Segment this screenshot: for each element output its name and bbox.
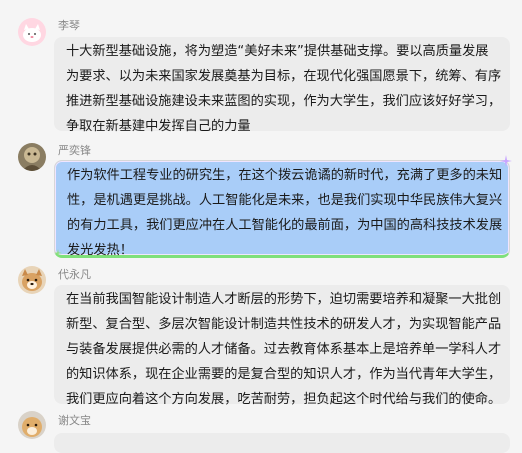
sender-name: 谢文宝 [58, 414, 91, 427]
dog-avatar-2[interactable] [18, 411, 46, 439]
photo-avatar[interactable] [18, 143, 46, 171]
message-text-line: 的有力工具，我们更应冲在人工智能化的最前面，为中国的高科技技术发展 [67, 218, 503, 233]
message-text-line: 发光发热！ [67, 243, 133, 258]
message-bubble[interactable]: 在当前我国智能设计制造人才断层的形势下，迫切需要培养和凝聚一大批创 新型、复合型… [54, 285, 510, 407]
cat-avatar[interactable] [18, 18, 46, 46]
message-bubble[interactable] [54, 433, 510, 453]
message-text-line: 与装备发展提供必需的人才储备。过去教育体系基本上是培养单一学科人才 [66, 342, 502, 357]
sparkle-icon [54, 249, 62, 257]
dog-avatar[interactable] [18, 266, 46, 294]
message-text-line: 的知识体系，现在企业需要的是复合型的知识人才，作为当代青年大学生， [66, 367, 502, 382]
message-text-line: 推进新型基础设施建设未来蓝图的实现，作为大学生，我们应该好好学习， [66, 94, 502, 109]
message-text-line: 作为软件工程专业的研究生，在这个拨云诡谲的新时代，充满了更多的未知 [67, 168, 503, 183]
message-text-line: 十大新型基础设施，将为塑造“美好未来”提供基础支撑。要以高质量发展 [66, 44, 489, 59]
message-text-line: 为要求、以为未来国家发展奠基为目标，在现代化强国愿景下，统筹、有序 [66, 69, 502, 84]
message-bubble[interactable]: 作为软件工程专业的研究生，在这个拨云诡谲的新时代，充满了更多的未知 性，是机遇更… [54, 160, 510, 258]
message-text-line: 在当前我国智能设计制造人才断层的形势下，迫切需要培养和凝聚一大批创 [66, 292, 502, 307]
sparkle-icon [500, 155, 512, 167]
message-text-line: 争取在新基建中发挥自己的力量 [66, 119, 251, 134]
sender-name: 李琴 [58, 19, 80, 32]
message-text-line: 新型、复合型、多层次智能设计制造共性技术的研发人才，为实现智能产品 [66, 317, 502, 332]
message-text-line: 我们更应向着这个方向发展，吃苦耐劳，担负起这个时代给与我们的使命。 [66, 392, 502, 407]
message-text-line: 性，是机遇更是挑战。人工智能化是未来，也是我们实现中华民族伟大复兴 [67, 193, 503, 208]
message-bubble[interactable]: 十大新型基础设施，将为塑造“美好未来”提供基础支撑。要以高质量发展 为要求、以为… [54, 37, 510, 134]
sender-name: 严奕锋 [58, 144, 91, 157]
sender-name: 代永凡 [58, 268, 91, 281]
